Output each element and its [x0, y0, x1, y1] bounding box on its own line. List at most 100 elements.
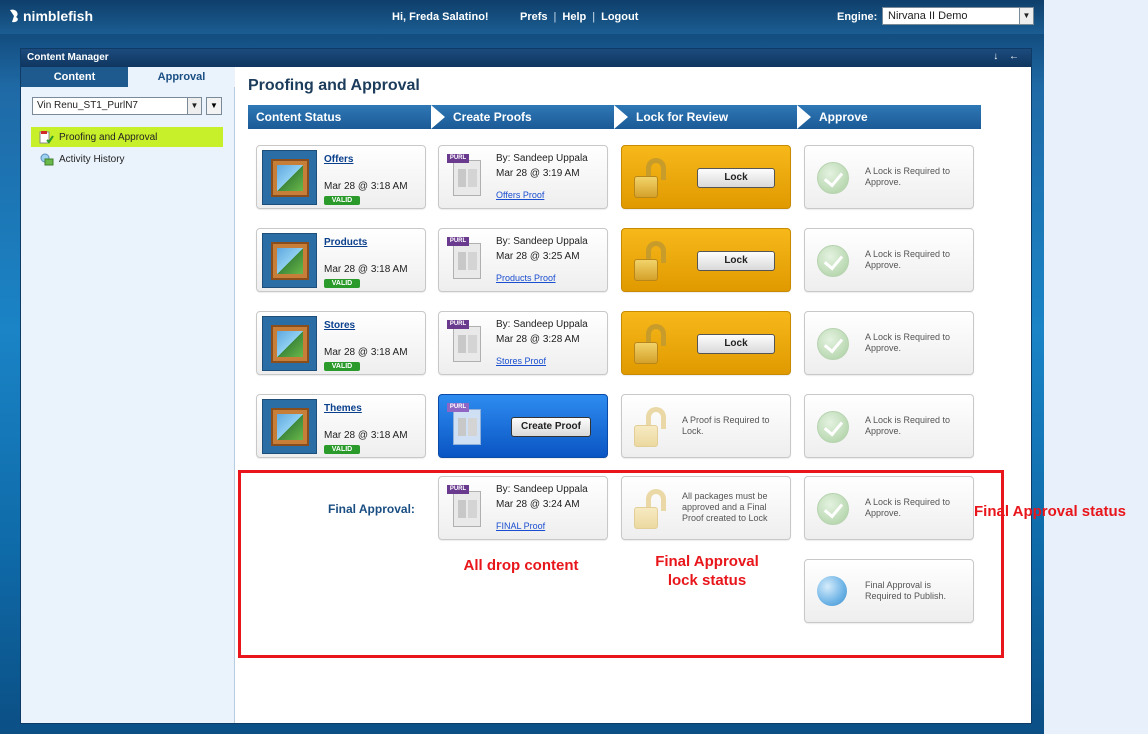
fish-logo-icon — [10, 9, 18, 23]
content-name-link[interactable]: Stores — [324, 320, 355, 331]
campaign-select[interactable]: Vin Renu_ST1_PurlN7 ▼ — [32, 97, 202, 115]
proof-link[interactable]: Stores Proof — [496, 356, 546, 366]
step-create-proofs: Create Proofs — [431, 105, 614, 129]
top-bar: nimblefish Hi, Freda Salatino! Prefs | H… — [0, 0, 1044, 34]
valid-badge: VALID — [324, 279, 360, 288]
proof-date: Mar 28 @ 3:28 AM — [496, 334, 580, 345]
approve-card-offers: A Lock is Required to Approve. — [804, 145, 974, 209]
proof-card-stores: PURL By: Sandeep Uppala Mar 28 @ 3:28 AM… — [438, 311, 608, 375]
content-thumbnail-icon — [262, 150, 317, 205]
workflow-steps: Content Status Create Proofs Lock for Re… — [248, 105, 981, 129]
proof-author: By: Sandeep Uppala — [496, 319, 588, 330]
step-lock-for-review: Lock for Review — [614, 105, 797, 129]
help-link[interactable]: Help — [562, 11, 586, 23]
logo-text: nimblefish — [23, 8, 94, 24]
campaign-menu-button[interactable]: ▼ — [206, 97, 222, 115]
approve-status-text: A Lock is Required to Approve. — [865, 166, 951, 187]
valid-badge: VALID — [324, 362, 360, 371]
step-divider-arrow — [797, 105, 811, 129]
panel-title: Content Manager — [27, 52, 109, 63]
content-name-link[interactable]: Products — [324, 237, 367, 248]
proof-link[interactable]: Offers Proof — [496, 190, 544, 200]
link-separator: | — [592, 11, 596, 23]
content-date: Mar 28 @ 3:18 AM — [324, 181, 408, 192]
step-divider-arrow — [614, 105, 628, 129]
top-links: Prefs | Help | Logout — [520, 11, 638, 23]
lock-card-stores: Lock — [621, 311, 791, 375]
sidebar: Content Approval Vin Renu_ST1_PurlN7 ▼ ▼… — [21, 67, 235, 723]
approve-status-text: A Lock is Required to Approve. — [865, 332, 951, 353]
logout-link[interactable]: Logout — [601, 11, 638, 23]
content-name-link[interactable]: Offers — [324, 154, 353, 165]
purl-document-icon: PURL — [447, 320, 487, 364]
unlocked-padlock-icon — [634, 158, 670, 198]
approve-status-text: A Lock is Required to Approve. — [865, 415, 951, 436]
content-card-offers: Offers Mar 28 @ 3:18 AM VALID — [256, 145, 426, 209]
proof-author: By: Sandeep Uppala — [496, 236, 588, 247]
final-approval-highlight-box — [238, 470, 1004, 658]
panel-header: Content Manager ↓ ← — [21, 49, 1031, 67]
purl-document-icon: PURL — [447, 154, 487, 198]
content-date: Mar 28 @ 3:18 AM — [324, 430, 408, 441]
app-logo[interactable]: nimblefish — [8, 8, 93, 24]
approve-card-themes: A Lock is Required to Approve. — [804, 394, 974, 458]
unlocked-padlock-icon — [634, 241, 670, 281]
lock-button[interactable]: Lock — [697, 251, 775, 271]
approve-card-stores: A Lock is Required to Approve. — [804, 311, 974, 375]
step-content-status: Content Status — [248, 105, 431, 129]
unlocked-padlock-icon — [634, 324, 670, 364]
lock-card-themes: A Proof is Required to Lock. — [621, 394, 791, 458]
page-title: Proofing and Approval — [248, 77, 420, 94]
proof-card-products: PURL By: Sandeep Uppala Mar 28 @ 3:25 AM… — [438, 228, 608, 292]
content-thumbnail-icon — [262, 399, 317, 454]
proofing-icon — [39, 130, 54, 144]
content-thumbnail-icon — [262, 233, 317, 288]
checkmark-icon — [817, 411, 849, 443]
chevron-down-icon: ▼ — [1019, 8, 1033, 24]
checkmark-icon — [817, 328, 849, 360]
proof-card-offers: PURL By: Sandeep Uppala Mar 28 @ 3:19 AM… — [438, 145, 608, 209]
content-date: Mar 28 @ 3:18 AM — [324, 347, 408, 358]
annotation-final-lock-status: Final Approval lock status — [655, 553, 759, 589]
approve-status-text: A Lock is Required to Approve. — [865, 249, 951, 270]
purl-document-icon: PURL — [447, 403, 487, 447]
sidebar-item-activity-history[interactable]: Activity History — [31, 149, 223, 169]
proof-date: Mar 28 @ 3:19 AM — [496, 168, 580, 179]
purl-document-icon: PURL — [447, 237, 487, 281]
activity-history-icon — [40, 153, 54, 165]
step-approve: Approve — [797, 105, 981, 129]
tab-content[interactable]: Content — [21, 67, 128, 87]
unlocked-padlock-icon — [634, 407, 670, 447]
chevron-down-icon: ▼ — [187, 98, 201, 114]
content-date: Mar 28 @ 3:18 AM — [324, 264, 408, 275]
content-card-products: Products Mar 28 @ 3:18 AM VALID — [256, 228, 426, 292]
create-proof-button[interactable]: Create Proof — [511, 417, 591, 437]
lock-button[interactable]: Lock — [697, 334, 775, 354]
valid-badge: VALID — [324, 445, 360, 454]
sidebar-item-label: Proofing and Approval — [59, 131, 158, 143]
panel-controls[interactable]: ↓ ← — [993, 51, 1023, 62]
annotation-final-approval-status: Final Approval status — [974, 503, 1126, 520]
content-thumbnail-icon — [262, 316, 317, 371]
link-separator: | — [553, 11, 557, 23]
prefs-link[interactable]: Prefs — [520, 11, 548, 23]
page-background — [1044, 0, 1148, 734]
tab-approval[interactable]: Approval — [128, 67, 235, 87]
sidebar-item-proofing[interactable]: Proofing and Approval — [31, 127, 223, 147]
lock-button[interactable]: Lock — [697, 168, 775, 188]
proof-author: By: Sandeep Uppala — [496, 153, 588, 164]
valid-badge: VALID — [324, 196, 360, 205]
proof-link[interactable]: Products Proof — [496, 273, 556, 283]
lock-card-products: Lock — [621, 228, 791, 292]
approve-card-products: A Lock is Required to Approve. — [804, 228, 974, 292]
engine-select[interactable]: Nirvana II Demo ▼ — [882, 7, 1034, 25]
checkmark-icon — [817, 245, 849, 277]
content-card-stores: Stores Mar 28 @ 3:18 AM VALID — [256, 311, 426, 375]
engine-select-value: Nirvana II Demo — [888, 10, 968, 22]
proof-date: Mar 28 @ 3:25 AM — [496, 251, 580, 262]
sidebar-item-label: Activity History — [59, 153, 125, 165]
create-proof-card-themes: PURL Create Proof — [438, 394, 608, 458]
content-name-link[interactable]: Themes — [324, 403, 362, 414]
user-greeting: Hi, Freda Salatino! — [392, 11, 489, 23]
engine-label: Engine: — [837, 11, 878, 23]
